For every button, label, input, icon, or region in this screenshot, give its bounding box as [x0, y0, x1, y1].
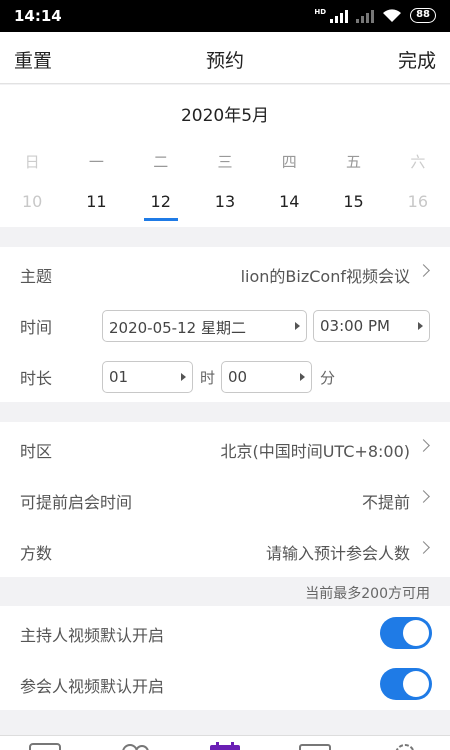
settings-icon[interactable]	[388, 742, 422, 750]
meeting-basic-section: 主题 lion的BizConf视频会议 时间 2020-05-12 星期二 03…	[0, 247, 450, 402]
week-calendar: 2020年5月 日 一 二 三 四 五 六 10 11 12 13 14 15 …	[0, 85, 450, 227]
early-join-row[interactable]: 可提前启会时间 不提前	[0, 475, 450, 525]
duration-label: 时长	[20, 369, 53, 388]
timezone-row[interactable]: 时区 北京(中国时间UTC+8:00)	[0, 424, 450, 474]
bottom-tab-bar	[0, 735, 450, 750]
hd-label: HD	[314, 8, 327, 16]
date-row: 10 11 12 13 14 15 16	[0, 192, 450, 221]
participants-input[interactable]: 请输入预计参会人数	[266, 540, 410, 564]
chevron-right-icon	[417, 264, 430, 277]
battery-indicator: 88	[410, 8, 436, 23]
weekday-label: 日	[24, 153, 40, 171]
date-select-value: 2020-05-12 星期二	[109, 319, 246, 337]
chevron-right-icon	[417, 439, 430, 452]
toggle-knob	[403, 620, 429, 646]
capacity-tip-bar: 当前最多200方可用	[0, 577, 450, 606]
weekday-label: 二	[153, 153, 169, 171]
weekday-label: 六	[410, 153, 426, 171]
weekday-label: 四	[281, 153, 297, 171]
date-cell: 16	[407, 192, 428, 211]
duration-hours-select[interactable]: 01	[102, 361, 193, 393]
weekday-label: 三	[217, 153, 233, 171]
attendee-video-label: 参会人视频默认开启	[20, 677, 165, 696]
status-time: 14:14	[14, 7, 62, 25]
dropdown-arrow-icon	[181, 373, 186, 381]
date-cell-selected[interactable]: 12	[129, 192, 193, 221]
subject-label: 主题	[20, 267, 53, 286]
date-cell[interactable]: 15	[321, 192, 385, 211]
dropdown-arrow-icon	[418, 322, 423, 330]
capacity-tip: 当前最多200方可用	[305, 586, 430, 602]
early-join-value: 不提前	[361, 493, 410, 512]
hours-unit: 时	[200, 369, 216, 387]
weekday-label: 五	[346, 153, 362, 171]
duration-hours-value: 01	[109, 368, 129, 386]
date-cell: 10	[21, 192, 43, 211]
early-join-label: 可提前启会时间	[20, 493, 133, 512]
date-cell[interactable]: 13	[193, 192, 257, 211]
nav-bar: 重置 预约 完成	[0, 32, 450, 84]
duration-row: 时长 01 时 00 分	[0, 351, 450, 401]
clock-select[interactable]: 03:00 PM	[313, 310, 430, 342]
chat-icon[interactable]	[28, 742, 62, 750]
timezone-value: 北京(中国时间UTC+8:00)	[220, 442, 410, 461]
calendar-month: 2020年5月	[180, 106, 270, 126]
video-settings-section: 主持人视频默认开启 参会人视频默认开启	[0, 606, 450, 710]
weekday-row: 日 一 二 三 四 五 六	[0, 151, 450, 172]
participants-row[interactable]: 方数 请输入预计参会人数	[0, 526, 450, 576]
participants-label: 方数	[20, 544, 53, 563]
dropdown-arrow-icon	[295, 322, 300, 330]
status-icons: HD 88	[314, 8, 436, 23]
chevron-right-icon	[417, 541, 430, 554]
status-bar: 14:14 HD 88	[0, 0, 450, 32]
duration-minutes-select[interactable]: 00	[221, 361, 312, 393]
duration-minutes-value: 00	[228, 368, 248, 386]
message-icon[interactable]	[298, 742, 332, 750]
date-cell[interactable]: 14	[257, 192, 321, 211]
signal-secondary-icon	[356, 9, 375, 23]
date-select[interactable]: 2020-05-12 星期二	[102, 310, 307, 342]
weekday-label: 一	[88, 153, 104, 171]
done-button[interactable]: 完成	[398, 46, 436, 73]
subject-row[interactable]: 主题 lion的BizConf视频会议	[0, 249, 450, 299]
chevron-right-icon	[417, 490, 430, 503]
meeting-options-section: 时区 北京(中国时间UTC+8:00) 可提前启会时间 不提前 方数 请输入预计…	[0, 422, 450, 577]
calendar-icon[interactable]	[208, 742, 242, 750]
host-video-row: 主持人视频默认开启	[0, 608, 450, 658]
contacts-icon[interactable]	[118, 742, 152, 750]
signal-icon	[330, 9, 349, 23]
date-cell[interactable]: 11	[64, 192, 128, 211]
wifi-icon	[383, 8, 402, 22]
host-video-toggle[interactable]	[380, 617, 432, 649]
clock-select-value: 03:00 PM	[320, 317, 390, 335]
subject-value: lion的BizConf视频会议	[240, 267, 410, 286]
attendee-video-toggle[interactable]	[380, 668, 432, 700]
toggle-knob	[403, 671, 429, 697]
host-video-label: 主持人视频默认开启	[20, 626, 165, 645]
timezone-label: 时区	[20, 442, 53, 461]
minutes-unit: 分	[320, 369, 336, 387]
time-label: 时间	[20, 318, 53, 337]
page-title: 预约	[205, 50, 244, 72]
dropdown-arrow-icon	[300, 373, 305, 381]
attendee-video-row: 参会人视频默认开启	[0, 659, 450, 709]
time-row: 时间 2020-05-12 星期二 03:00 PM	[0, 300, 450, 350]
